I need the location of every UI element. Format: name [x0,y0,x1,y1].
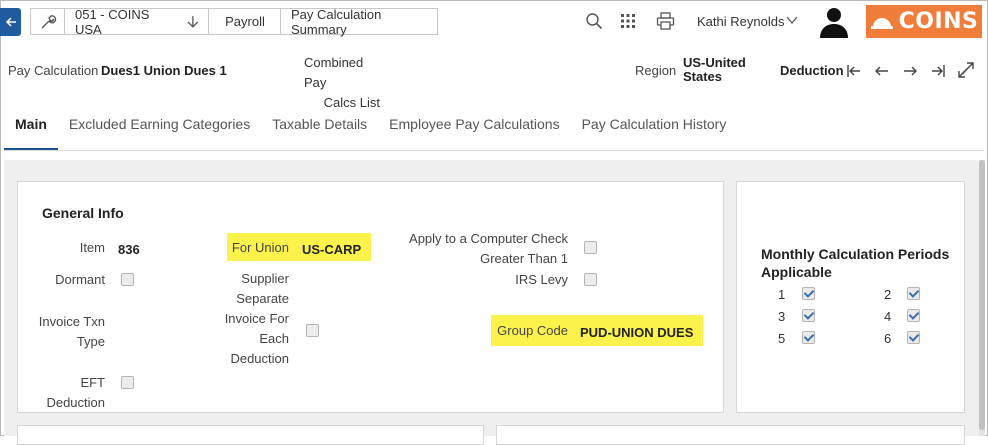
apps-grid-icon[interactable] [617,10,639,32]
region-line1: US-United [683,55,746,70]
user-name[interactable]: Kathi Reynolds [697,14,784,29]
tab-employee-pay-calculations[interactable]: Employee Pay Calculations [378,103,570,151]
monthly-title-line2: Applicable [761,264,832,280]
monthly-title-line1: Monthly Calculation Periods [761,246,950,262]
hardhat-icon [870,17,893,29]
period-3-checkbox[interactable] [802,309,815,322]
combined-line1: Combined Pay [304,55,364,90]
breadcrumb-payroll[interactable]: Payroll [208,8,282,35]
tabs-divider [4,150,984,151]
tab-bar: Main Excluded Earning Categories Taxable… [4,103,737,151]
group-code-value[interactable]: PUD-UNION DUES [580,325,693,340]
eft-deduction-label: EFT Deduction [46,375,105,410]
breadcrumb-company-label: 051 - COINS USA [75,6,150,37]
item-value: 836 [118,242,140,257]
wrench-icon [41,14,57,28]
avatar[interactable] [819,6,849,38]
tab-excluded-earning-categories[interactable]: Excluded Earning Categories [58,103,261,151]
invoice-txn-line2: Type [76,334,105,349]
period-6-checkbox[interactable] [907,331,920,344]
dormant-checkbox[interactable] [121,273,134,286]
previous-record-icon[interactable] [872,61,892,81]
print-icon[interactable] [654,10,676,32]
logo-text: COINS [898,9,979,34]
apply-line1: Apply to a Computer Check [409,231,568,246]
lower-left-panel [17,425,484,445]
irs-levy-checkbox[interactable] [584,273,597,286]
region-line2: States [683,69,723,84]
supplier-separate-invoice-label: Supplier Separate Invoice For Each Deduc… [220,269,289,369]
monthly-periods-panel [736,181,965,413]
tab-pay-calculation-history[interactable]: Pay Calculation History [571,103,738,151]
calc-type-value: Deduction [780,63,844,78]
back-button[interactable] [0,8,21,36]
coins-logo: COINS [866,5,982,38]
eft-deduction-checkbox[interactable] [121,376,134,389]
pay-calc-label: Pay Calculation [8,63,99,78]
region-label: Region [635,63,677,78]
period-4-label: 4 [884,309,892,324]
supplier-separate-invoice-checkbox[interactable] [306,324,319,337]
item-label: Item [79,240,105,255]
for-union-label: For Union [231,240,289,255]
invoice-txn-line1: Invoice Txn [38,314,105,329]
period-3-label: 3 [778,309,786,324]
period-1-checkbox[interactable] [802,287,815,300]
pay-calc-value: Dues1 Union Dues 1 [101,63,227,78]
breadcrumb-payroll-label: Payroll [225,14,265,29]
supplier-line2: Separate [236,291,289,306]
supplier-line3: Invoice For [224,311,289,326]
supplier-line4: Each [259,331,289,346]
apply-computer-check-checkbox[interactable] [584,241,597,254]
supplier-line1: Supplier [241,271,289,286]
chevron-down-icon[interactable] [785,12,799,28]
first-record-icon[interactable] [844,61,864,81]
search-icon[interactable] [583,10,605,32]
last-record-icon[interactable] [928,61,948,81]
lower-right-panel [496,425,965,445]
breadcrumb-company[interactable]: 051 - COINS USA [64,6,210,37]
region-value: US-United States [683,56,746,84]
for-union-value[interactable]: US-CARP [302,242,361,257]
tools-button[interactable] [30,8,66,35]
scrollbar-thumb[interactable] [979,160,985,430]
period-5-checkbox[interactable] [802,331,815,344]
period-6-label: 6 [884,331,892,346]
breadcrumb-page[interactable]: Pay Calculation Summary [280,6,438,37]
period-1-label: 1 [778,287,786,302]
tab-main[interactable]: Main [4,103,58,151]
irs-levy-label: IRS Levy [515,272,568,287]
monthly-periods-title: Monthly Calculation Periods Applicable [761,245,949,281]
arrow-left-icon [5,17,16,27]
apply-computer-check-label: Apply to a Computer Check Greater Than 1 [400,229,568,269]
period-5-label: 5 [778,331,786,346]
tab-taxable-details[interactable]: Taxable Details [261,103,378,151]
period-2-checkbox[interactable] [907,287,920,300]
supplier-line5: Deduction [230,351,289,366]
next-record-icon[interactable] [900,61,920,81]
period-2-label: 2 [884,287,892,302]
breadcrumb-page-label: Pay Calculation Summary [291,6,382,37]
expand-icon[interactable] [955,59,977,81]
invoice-txn-type-label: Invoice Txn Type [30,312,105,352]
dormant-label: Dormant [55,272,105,287]
period-4-checkbox[interactable] [907,309,920,322]
apply-line2: Greater Than 1 [480,251,568,266]
group-code-label: Group Code [497,323,568,338]
general-info-title: General Info [42,205,124,221]
arrow-down-icon [187,15,199,28]
